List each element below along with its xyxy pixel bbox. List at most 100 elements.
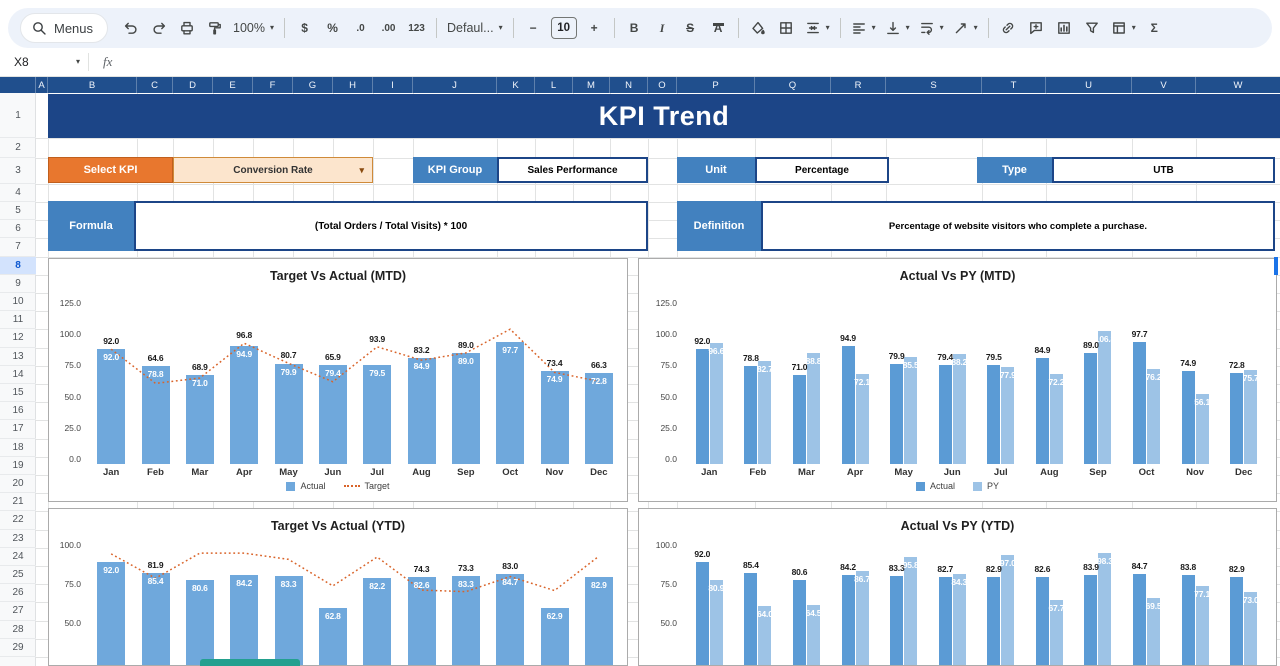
row-header-21[interactable]: 21 bbox=[0, 493, 36, 512]
row-header-8[interactable]: 8 bbox=[0, 256, 36, 275]
row-header-27[interactable]: 27 bbox=[0, 602, 36, 621]
column-header-P[interactable]: P bbox=[677, 77, 755, 93]
paint-format-button[interactable] bbox=[201, 14, 228, 42]
column-header-C[interactable]: C bbox=[137, 77, 173, 93]
row-header-22[interactable]: 22 bbox=[0, 511, 36, 530]
strikethrough-button[interactable]: S bbox=[677, 14, 704, 42]
column-header-H[interactable]: H bbox=[333, 77, 373, 93]
formula-input[interactable] bbox=[126, 48, 1280, 76]
column-header-J[interactable]: J bbox=[413, 77, 497, 93]
row-header-13[interactable]: 13 bbox=[0, 348, 36, 366]
decrease-font-size-button[interactable]: − bbox=[520, 14, 547, 42]
text-wrap-button[interactable]: ▾ bbox=[915, 14, 948, 42]
italic-button[interactable]: I bbox=[649, 14, 676, 42]
row-header-28[interactable]: 28 bbox=[0, 621, 36, 639]
functions-button[interactable]: Σ bbox=[1141, 14, 1168, 42]
horizontal-align-button[interactable]: ▾ bbox=[847, 14, 880, 42]
text-color-button[interactable]: A bbox=[705, 14, 732, 42]
column-header-Q[interactable]: Q bbox=[755, 77, 831, 93]
chart-2[interactable]: Actual Vs PY (MTD) 0.0 25.0 50.0 75.0 100.0 12… bbox=[638, 258, 1277, 502]
more-formats-button[interactable]: 123 bbox=[403, 14, 430, 42]
row-header-5[interactable]: 5 bbox=[0, 202, 36, 221]
font-select[interactable]: Defaul... ▾ bbox=[443, 14, 507, 42]
column-header-R[interactable]: R bbox=[831, 77, 886, 93]
insert-comment-button[interactable] bbox=[1023, 14, 1050, 42]
column-header-B[interactable]: B bbox=[48, 77, 137, 93]
bar-value-label: 79.4 bbox=[324, 367, 341, 378]
column-header-L[interactable]: L bbox=[535, 77, 573, 93]
x-axis-label: Jul bbox=[993, 467, 1008, 478]
bar-value-label: 83.8 bbox=[1180, 562, 1196, 573]
row-header-4[interactable]: 4 bbox=[0, 184, 36, 202]
row-header-19[interactable]: 19 bbox=[0, 457, 36, 475]
kpi-dropdown[interactable]: Conversion Rate ▾ bbox=[173, 157, 373, 183]
column-header-I[interactable]: I bbox=[373, 77, 413, 93]
chart-3[interactable]: Target Vs Actual (YTD) 50.0 75.0 100.0 92.0 8… bbox=[48, 508, 628, 666]
column-header-V[interactable]: V bbox=[1132, 77, 1196, 93]
column-header-F[interactable]: F bbox=[253, 77, 293, 93]
row-header-14[interactable]: 14 bbox=[0, 366, 36, 384]
row-header-7[interactable]: 7 bbox=[0, 238, 36, 257]
bar-value-label: 74.9 bbox=[546, 373, 563, 384]
redo-button[interactable] bbox=[145, 14, 172, 42]
row-header-24[interactable]: 24 bbox=[0, 548, 36, 566]
menus-button[interactable]: Menus bbox=[20, 13, 109, 43]
font-size-input[interactable]: 10 bbox=[550, 17, 577, 39]
row-header-26[interactable]: 26 bbox=[0, 584, 36, 603]
column-header-S[interactable]: S bbox=[886, 77, 982, 93]
decrease-decimals-button[interactable]: .0 bbox=[347, 14, 374, 42]
column-header-U[interactable]: U bbox=[1046, 77, 1132, 93]
increase-font-size-button[interactable]: + bbox=[581, 14, 608, 42]
row-header-6[interactable]: 6 bbox=[0, 220, 36, 239]
row-header-1[interactable]: 1 bbox=[0, 93, 36, 138]
zoom-select[interactable]: 100% ▾ bbox=[229, 14, 278, 42]
column-header-W[interactable]: W bbox=[1196, 77, 1280, 93]
insert-link-button[interactable] bbox=[995, 14, 1022, 42]
row-header-17[interactable]: 17 bbox=[0, 420, 36, 439]
fill-color-button[interactable] bbox=[745, 14, 772, 42]
borders-button[interactable] bbox=[773, 14, 800, 42]
row-header-15[interactable]: 15 bbox=[0, 384, 36, 403]
chart-4[interactable]: Actual Vs PY (YTD) 50.0 75.0 100.0 92.0 85.4 8… bbox=[638, 508, 1277, 666]
row-header-16[interactable]: 16 bbox=[0, 402, 36, 421]
column-header-E[interactable]: E bbox=[213, 77, 253, 93]
merge-cells-button[interactable]: ▾ bbox=[801, 14, 834, 42]
print-button[interactable] bbox=[173, 14, 200, 42]
currency-format-button[interactable]: $ bbox=[291, 14, 318, 42]
chart-1[interactable]: Target Vs Actual (MTD) 0.0 25.0 50.0 75.0 100… bbox=[48, 258, 628, 502]
bold-button[interactable]: B bbox=[621, 14, 648, 42]
row-header-12[interactable]: 12 bbox=[0, 329, 36, 348]
sheet-tab-fragment[interactable] bbox=[200, 659, 300, 666]
percent-format-button[interactable]: % bbox=[319, 14, 346, 42]
text-rotate-button[interactable]: ▾ bbox=[949, 14, 982, 42]
row-header-25[interactable]: 25 bbox=[0, 566, 36, 585]
column-header-G[interactable]: G bbox=[293, 77, 333, 93]
vertical-align-button[interactable]: ▾ bbox=[881, 14, 914, 42]
row-header-11[interactable]: 11 bbox=[0, 311, 36, 330]
row-header-29[interactable]: 29 bbox=[0, 639, 36, 657]
undo-button[interactable] bbox=[117, 14, 144, 42]
row-header-23[interactable]: 23 bbox=[0, 530, 36, 548]
column-header-K[interactable]: K bbox=[497, 77, 535, 93]
column-header-N[interactable]: N bbox=[610, 77, 648, 93]
insert-chart-button[interactable] bbox=[1051, 14, 1078, 42]
column-header-D[interactable]: D bbox=[173, 77, 213, 93]
row-header-3[interactable]: 3 bbox=[0, 158, 36, 184]
chart-title: Actual Vs PY (MTD) bbox=[899, 269, 1016, 283]
row-header-9[interactable]: 9 bbox=[0, 275, 36, 293]
row-header-20[interactable]: 20 bbox=[0, 475, 36, 494]
bar bbox=[1084, 352, 1098, 464]
table-views-button[interactable]: ▾ bbox=[1107, 14, 1140, 42]
row-header-10[interactable]: 10 bbox=[0, 293, 36, 312]
column-header-T[interactable]: T bbox=[982, 77, 1046, 93]
column-header-M[interactable]: M bbox=[573, 77, 610, 93]
row-header-18[interactable]: 18 bbox=[0, 439, 36, 457]
increase-decimals-button[interactable]: .00 bbox=[375, 14, 402, 42]
select-all-corner[interactable] bbox=[0, 77, 36, 93]
column-header-A[interactable]: A bbox=[36, 77, 48, 93]
filter-button[interactable] bbox=[1079, 14, 1106, 42]
row-header-2[interactable]: 2 bbox=[0, 138, 36, 158]
target-value-label: 81.9 bbox=[147, 559, 164, 570]
name-box[interactable]: X8 ▾ bbox=[0, 55, 88, 69]
column-header-O[interactable]: O bbox=[648, 77, 677, 93]
